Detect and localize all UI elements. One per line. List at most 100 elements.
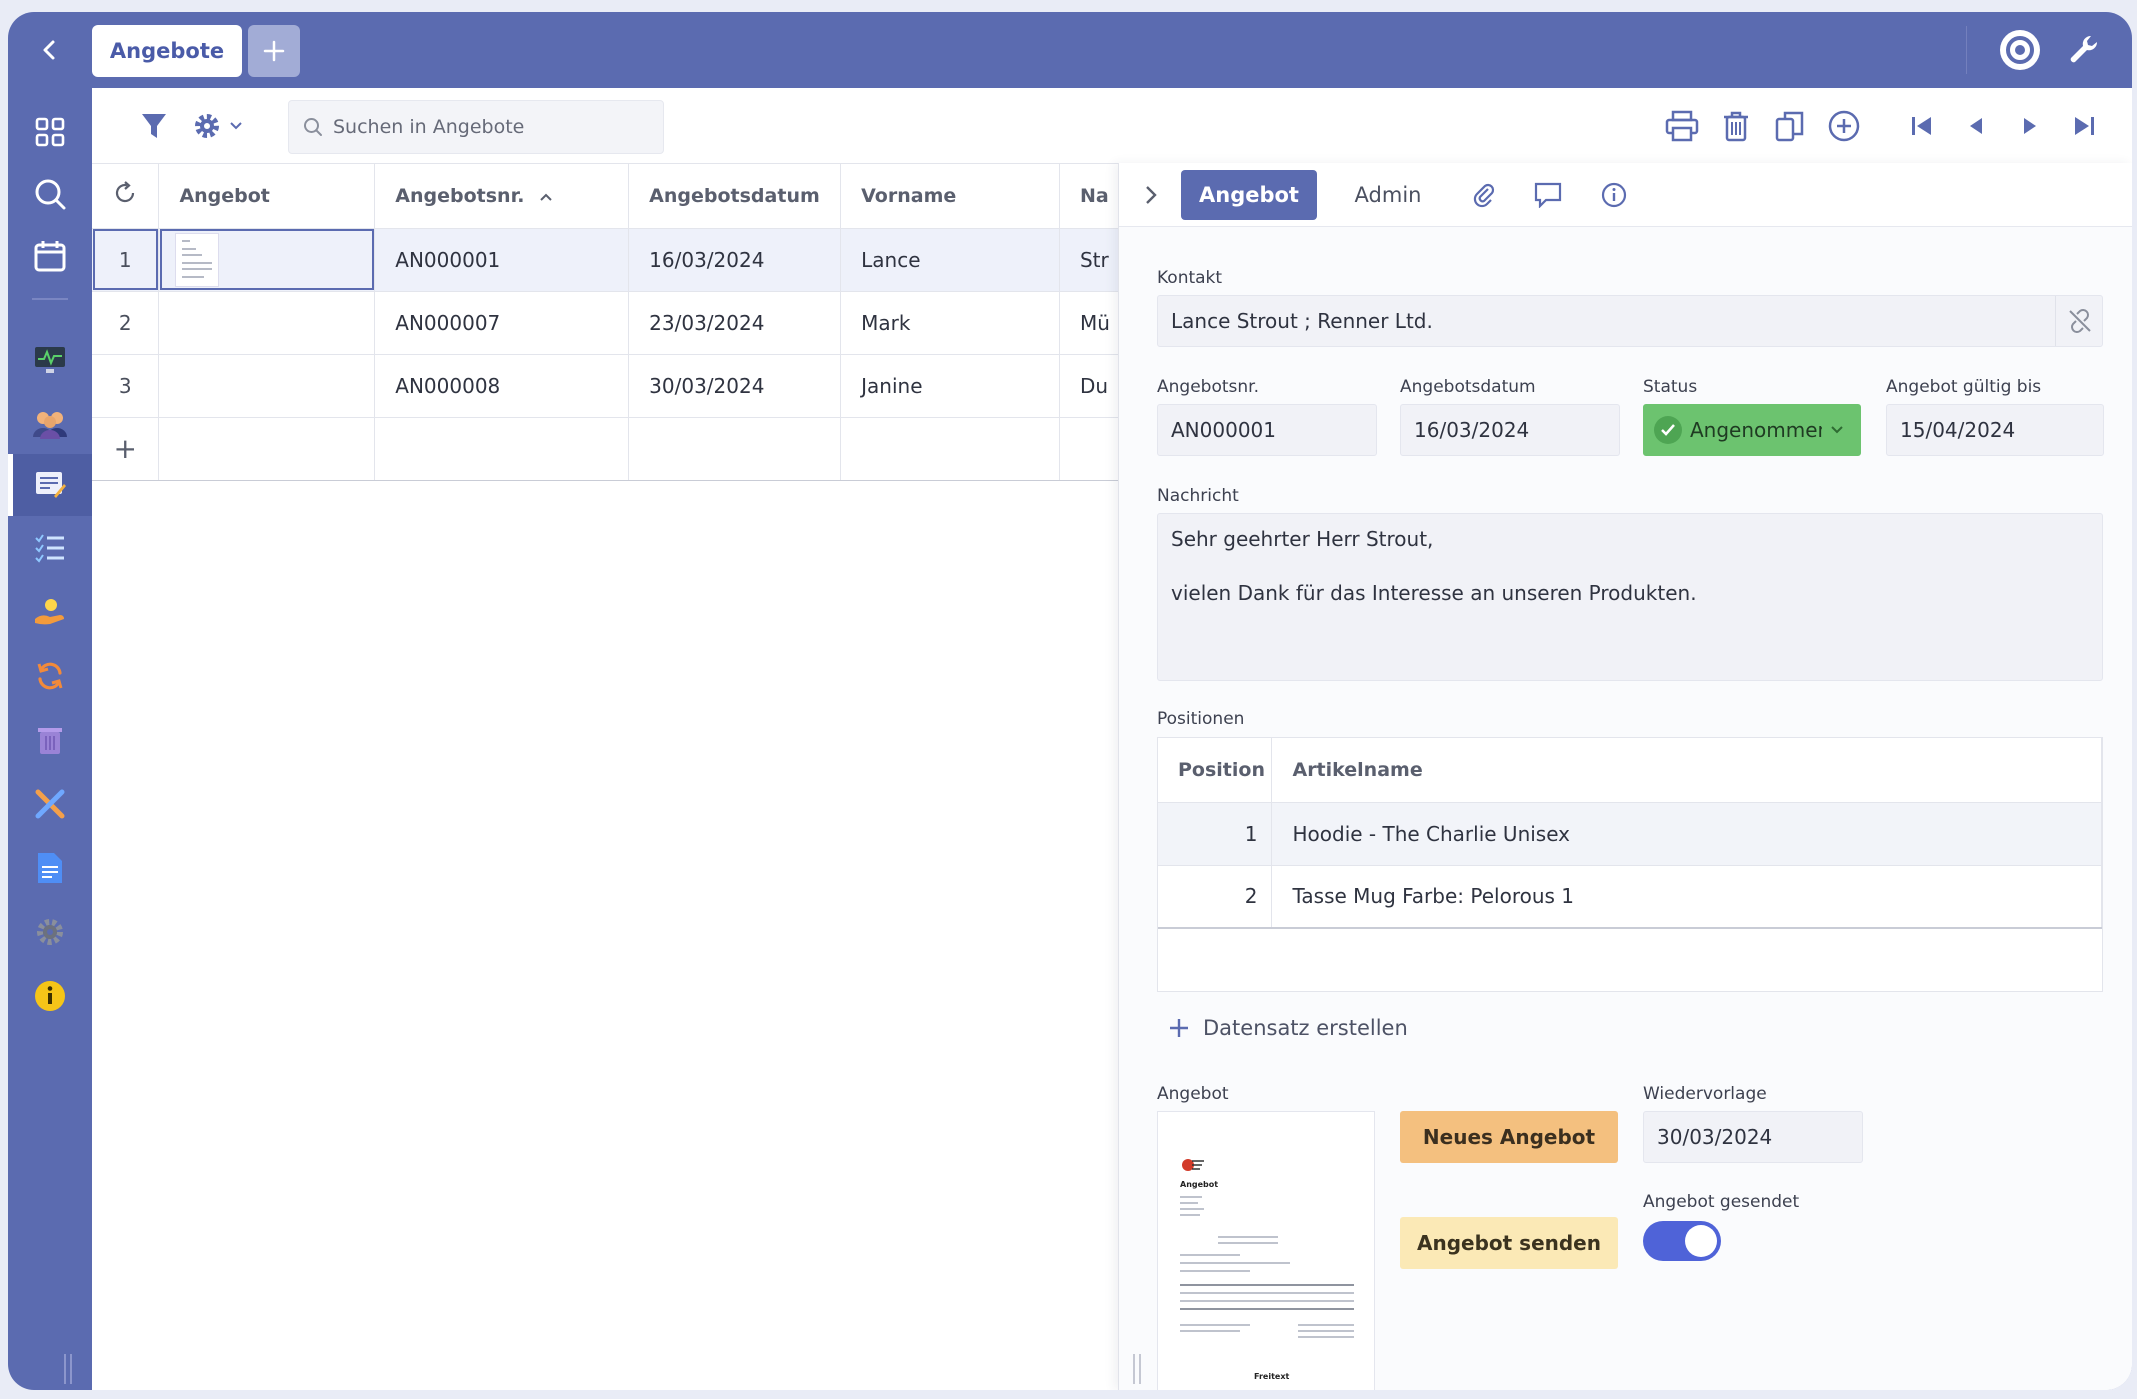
sidebar-item-monitor[interactable] [8,332,92,388]
column-header-angebot[interactable]: Angebot [158,164,376,229]
attachments-tab[interactable] [1459,170,1509,220]
sidebar-item-documents[interactable] [8,840,92,896]
nachricht-textarea[interactable]: Sehr geehrter Herr Strout, vielen Dank f… [1157,513,2103,681]
cell-vorname[interactable]: Janine [840,354,1060,418]
cell-vorname[interactable]: Mark [840,291,1060,355]
table-row[interactable]: 2 AN000007 23/03/2024 Mark Mü [92,291,1127,355]
cell-angebotsnr[interactable]: AN000007 [374,291,630,355]
last-record-button[interactable] [2064,106,2104,146]
add-record-button[interactable] [1824,106,1864,146]
wiedervorlage-field[interactable]: 30/03/2024 [1643,1111,1863,1163]
cell-angebotsdatum[interactable]: 30/03/2024 [628,354,842,418]
cell-nachname[interactable]: Du [1059,354,1127,418]
sidebar-item-tasks[interactable] [8,520,92,576]
offer-thumbnail-cell[interactable] [158,354,376,418]
info-icon [1601,182,1627,208]
sidebar-item-search[interactable] [8,166,92,222]
back-button[interactable] [32,32,68,68]
tab-angebote[interactable]: Angebote [92,25,242,77]
collapse-panel-button[interactable] [1131,170,1171,220]
cell-angebotsnr[interactable]: AN000008 [374,354,630,418]
print-button[interactable] [1662,106,1702,146]
gueltig-field[interactable]: 15/04/2024 [1886,404,2104,456]
table-row[interactable]: 3 AN000008 30/03/2024 Janine Du [92,354,1127,418]
angebotsdatum-field[interactable]: 16/03/2024 [1400,404,1620,456]
checklist-icon [35,534,64,563]
sidebar-item-calendar[interactable] [8,228,92,284]
document-title: Angebot [1180,1180,1219,1189]
column-header-angebotsdatum[interactable]: Angebotsdatum [628,164,842,229]
cell-nachname[interactable]: Str [1059,228,1127,292]
comments-tab[interactable] [1523,170,1573,220]
sidebar-item-info[interactable] [8,968,92,1024]
column-header-position[interactable]: Position [1158,738,1273,803]
wiedervorlage-label: Wiedervorlage [1643,1084,1767,1104]
printer-icon [1665,110,1699,142]
add-row[interactable]: + [92,417,1127,481]
sidebar-item-sync[interactable] [8,648,92,704]
cell-angebotsnr[interactable]: AN000001 [374,228,630,292]
cell-angebotsdatum[interactable]: 23/03/2024 [628,291,842,355]
search-box [288,100,664,154]
new-offer-button[interactable]: Neues Angebot [1400,1111,1618,1163]
status-dropdown[interactable]: Angenommen [1643,404,1861,456]
sidebar-item-offers[interactable] [8,454,92,516]
cell-position[interactable]: 1 [1158,802,1273,866]
reload-column-header[interactable] [92,164,160,229]
create-record-link[interactable]: Datensatz erstellen [1169,1016,1408,1040]
previous-record-button[interactable] [1956,106,1996,146]
cell-position[interactable]: 2 [1158,865,1273,929]
column-header-nachname[interactable]: Na [1059,164,1127,229]
tab-admin[interactable]: Admin [1333,170,1443,220]
sidebar-item-dashboard[interactable] [8,104,92,160]
cell-angebotsdatum[interactable]: 16/03/2024 [628,228,842,292]
sidebar-item-finance[interactable] [8,584,92,640]
offer-document-preview[interactable]: Angebot Freitext [1157,1111,1375,1390]
tab-angebot[interactable]: Angebot [1181,170,1317,220]
first-record-button[interactable] [1902,106,1942,146]
search-icon [304,118,322,136]
column-header-angebotsnr[interactable]: Angebotsnr. [374,164,630,229]
panel-resize-handle[interactable] [1133,1354,1141,1384]
column-header-label: Angebotsnr. [395,184,525,207]
plus-icon [263,40,285,62]
sidebar-resize-handle[interactable] [64,1354,72,1384]
send-offer-button[interactable]: Angebot senden [1400,1217,1618,1269]
column-header-artikelname[interactable]: Artikelname [1271,738,2102,803]
delete-button[interactable] [1716,106,1756,146]
sidebar-item-settings[interactable] [8,904,92,960]
sidebar-item-contacts[interactable] [8,396,92,452]
cell-nachname[interactable]: Mü [1059,291,1127,355]
table-row[interactable]: 1 AN000001 16/03/2024 Lance Str [92,228,1127,292]
add-tab-button[interactable] [248,25,300,77]
gesendet-label: Angebot gesendet [1643,1192,1800,1212]
offer-sent-toggle[interactable] [1643,1221,1721,1261]
column-header-vorname[interactable]: Vorname [840,164,1060,229]
cell-artikelname[interactable]: Hoodie - The Charlie Unisex [1271,802,2102,866]
chevron-left-icon [43,40,55,60]
sidebar-item-trash[interactable] [8,712,92,768]
settings-dropdown-button[interactable] [188,106,248,146]
filter-button[interactable] [134,106,174,146]
row-number[interactable]: 2 [92,291,160,355]
search-input[interactable] [333,116,633,138]
sidebar-item-tools[interactable] [8,776,92,832]
kontakt-field[interactable]: Lance Strout ; Renner Ltd. [1157,295,2103,347]
row-number[interactable]: 3 [92,354,160,418]
cell-artikelname[interactable]: Tasse Mug Farbe: Pelorous 1 [1271,865,2102,929]
next-record-button[interactable] [2010,106,2050,146]
cell-vorname[interactable]: Lance [840,228,1060,292]
paperclip-icon [1473,183,1495,208]
duplicate-button[interactable] [1770,106,1810,146]
unlink-contact-button[interactable] [2055,296,2103,346]
offer-thumbnail-cell[interactable] [158,291,376,355]
add-row-button[interactable]: + [92,417,160,481]
settings-wrench-button[interactable] [2062,28,2106,72]
table-row[interactable]: 2 Tasse Mug Farbe: Pelorous 1 [1158,865,2102,929]
angebotsnr-field[interactable]: AN000001 [1157,404,1377,456]
info-tab[interactable] [1589,170,1639,220]
offer-thumbnail-cell[interactable] [158,228,376,292]
table-row[interactable]: 1 Hoodie - The Charlie Unisex [1158,802,2102,866]
row-number[interactable]: 1 [92,228,160,292]
support-button[interactable] [1998,28,2042,72]
